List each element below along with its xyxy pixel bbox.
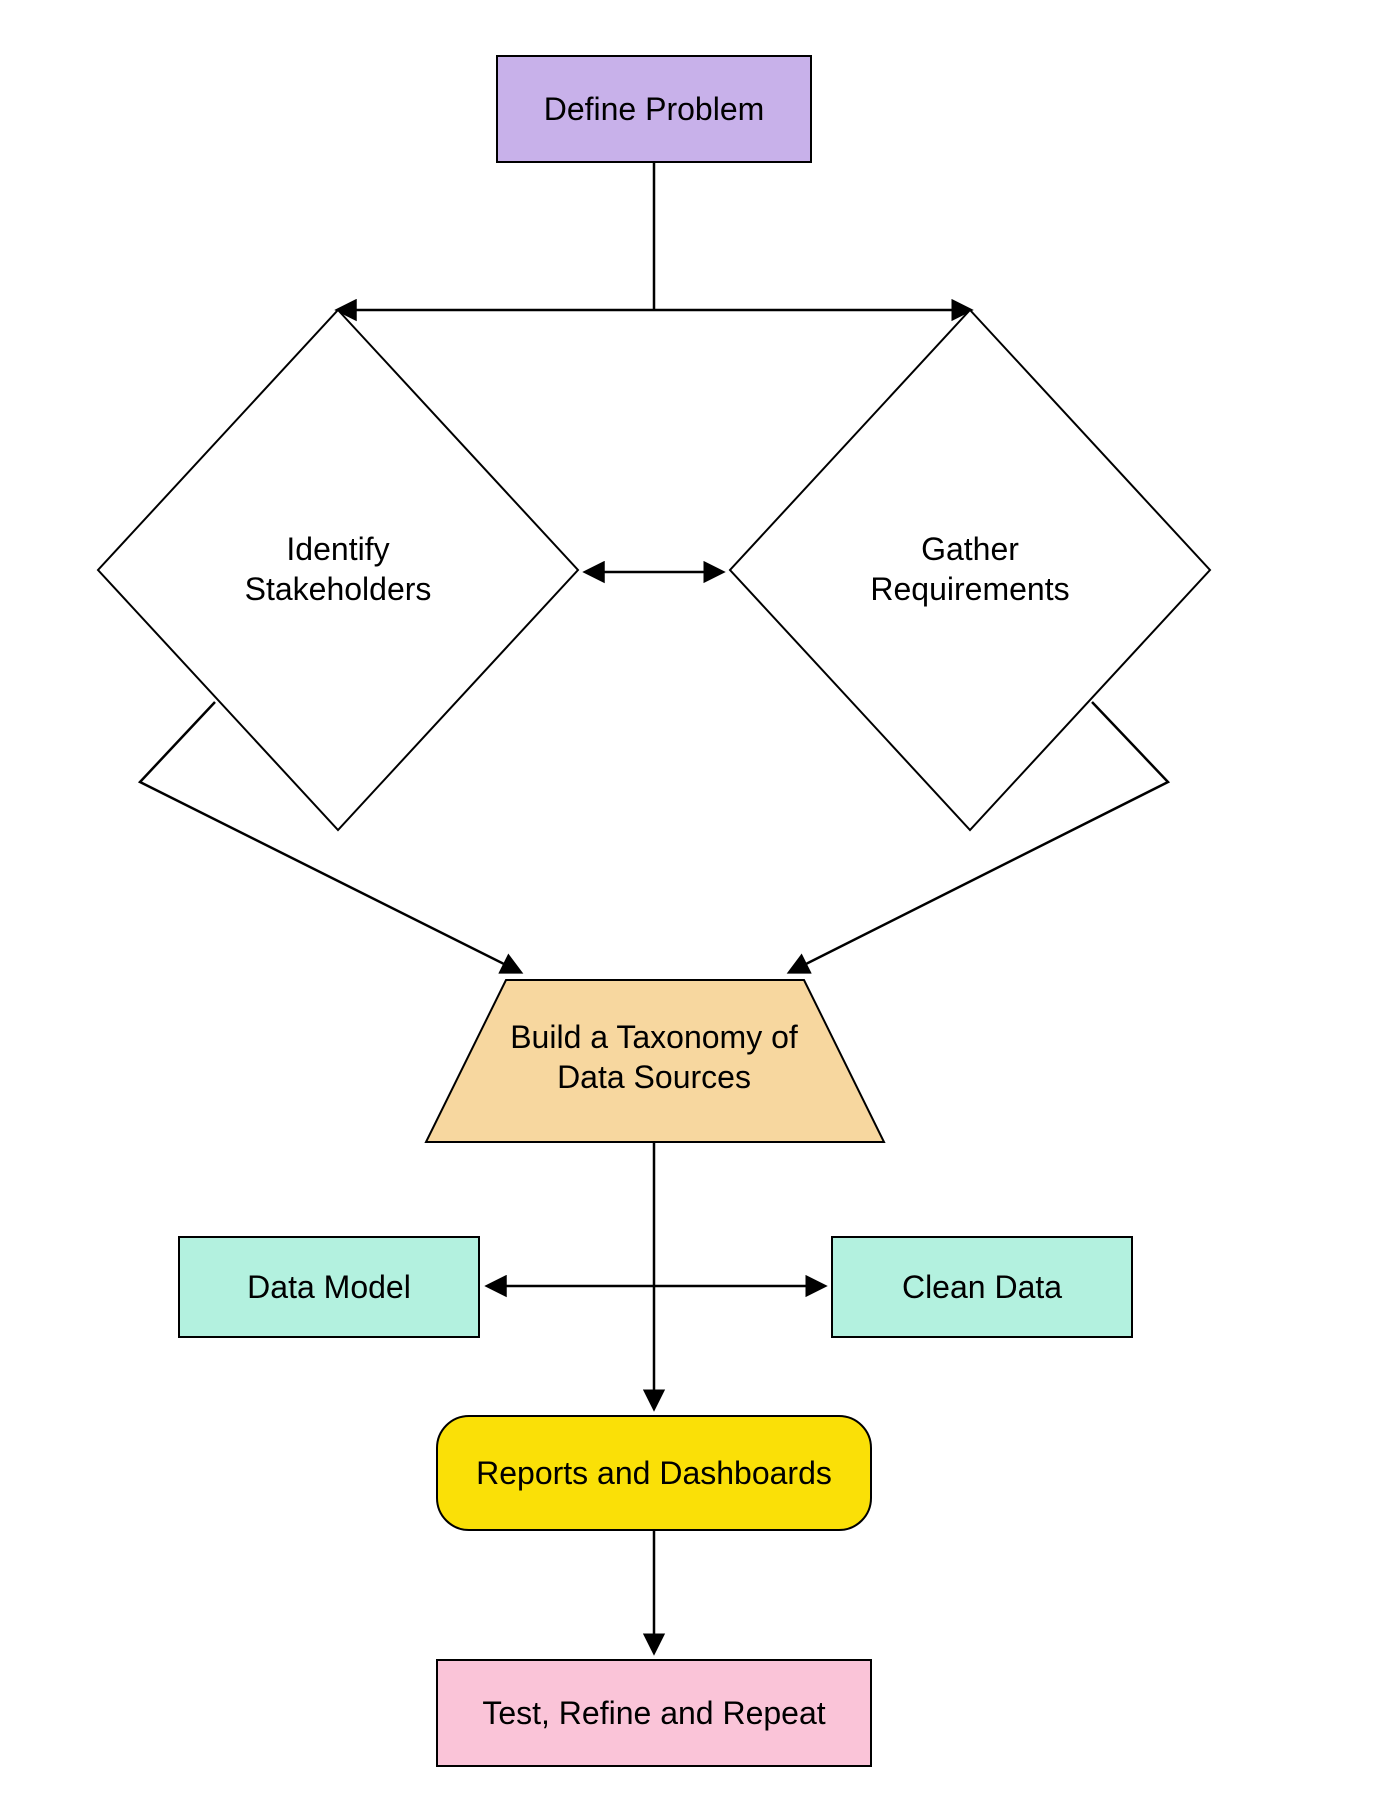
flowchart-canvas: Define Problem Identify Stakeholders Gat… xyxy=(0,0,1375,1803)
label-identify-l2: Stakeholders xyxy=(245,571,432,607)
node-define-problem: Define Problem xyxy=(497,56,811,162)
label-gather-l1: Gather xyxy=(921,531,1019,567)
label-identify-l1: Identify xyxy=(286,531,389,567)
label-taxonomy-l2: Data Sources xyxy=(557,1059,751,1095)
label-define-problem: Define Problem xyxy=(544,91,765,127)
label-data-model: Data Model xyxy=(247,1269,411,1305)
label-reports: Reports and Dashboards xyxy=(476,1455,832,1491)
label-taxonomy-l1: Build a Taxonomy of xyxy=(510,1019,798,1055)
label-gather-l2: Requirements xyxy=(870,571,1069,607)
label-clean-data: Clean Data xyxy=(902,1269,1062,1305)
label-test: Test, Refine and Repeat xyxy=(482,1695,825,1731)
node-clean-data: Clean Data xyxy=(832,1237,1132,1337)
node-identify-stakeholders: Identify Stakeholders xyxy=(98,310,578,830)
node-data-model: Data Model xyxy=(179,1237,479,1337)
node-build-taxonomy: Build a Taxonomy of Data Sources xyxy=(426,980,884,1142)
node-reports-dashboards: Reports and Dashboards xyxy=(437,1416,871,1530)
node-test-refine-repeat: Test, Refine and Repeat xyxy=(437,1660,871,1766)
